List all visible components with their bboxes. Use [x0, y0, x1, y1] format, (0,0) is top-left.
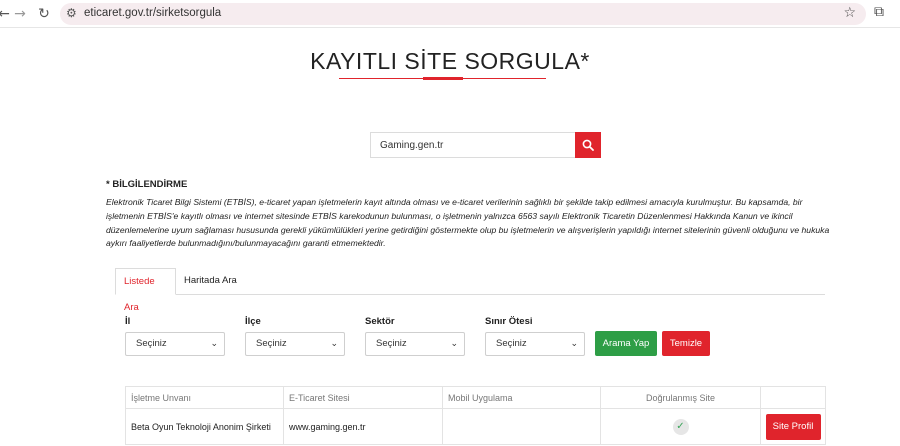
search-tabs: Listede Ara Haritada Ara: [115, 268, 825, 313]
site-settings-icon[interactable]: ⚙: [66, 6, 77, 20]
site-profil-button[interactable]: Site Profil: [765, 413, 821, 440]
url-text[interactable]: eticaret.gov.tr/sirketsorgula: [84, 7, 221, 19]
reload-icon[interactable]: ↻: [34, 4, 54, 24]
column-header-isletme-unvani: İşletme Unvanı: [125, 386, 284, 409]
tab-haritada-ara[interactable]: Haritada Ara: [176, 268, 245, 295]
arama-yap-button[interactable]: Arama Yap: [595, 331, 657, 356]
search-icon: [582, 139, 594, 151]
tab-listede-ara[interactable]: Listede Ara: [115, 268, 176, 313]
star-icon[interactable]: ☆: [843, 5, 856, 21]
sektor-select-value: Seçiniz: [376, 338, 407, 349]
il-label: İl: [125, 316, 131, 327]
column-header-mobil-uygulama: Mobil Uygulama: [442, 386, 601, 409]
sinir-otesi-label: Sınır Ötesi: [485, 316, 533, 327]
cell-actions: Site Profil: [760, 408, 826, 445]
page-title: KAYITLI SİTE SORGULA*: [310, 48, 590, 74]
il-select-value: Seçiniz: [136, 338, 167, 349]
il-select[interactable]: Seçiniz ⌄: [125, 332, 225, 356]
search-input[interactable]: [370, 132, 576, 158]
check-icon: ✓: [672, 418, 689, 435]
forward-arrow-icon[interactable]: →: [10, 4, 30, 24]
chevron-down-icon: ⌄: [450, 339, 458, 349]
chevron-down-icon: ⌄: [570, 339, 578, 349]
ilce-select[interactable]: Seçiniz ⌄: [245, 332, 345, 356]
title-underline-accent: [423, 77, 463, 80]
info-heading: * BİLGİLENDİRME: [106, 179, 188, 190]
cell-site: www.gaming.gen.tr: [283, 408, 443, 445]
chevron-down-icon: ⌄: [330, 339, 338, 349]
extensions-icon[interactable]: ⧉: [874, 4, 884, 20]
ilce-label: İlçe: [245, 316, 261, 327]
ilce-select-value: Seçiniz: [256, 338, 287, 349]
browser-toolbar: ← → ↻ ⚙ eticaret.gov.tr/sirketsorgula ☆ …: [0, 0, 900, 28]
table-header-row: İşletme Unvanı E-Ticaret Sitesi Mobil Uy…: [125, 386, 826, 409]
info-text: Elektronik Ticaret Bilgi Sistemi (ETBİS)…: [106, 197, 830, 249]
cell-mobile: [442, 408, 601, 445]
search-button[interactable]: [575, 132, 601, 158]
results-table: İşletme Unvanı E-Ticaret Sitesi Mobil Uy…: [125, 386, 826, 445]
cell-company-name: Beta Oyun Teknoloji Anonim Şirketi: [125, 408, 284, 445]
sektor-select[interactable]: Seçiniz ⌄: [365, 332, 465, 356]
column-header-eticaret-sitesi: E-Ticaret Sitesi: [283, 386, 443, 409]
temizle-button[interactable]: Temizle: [662, 331, 710, 356]
sinir-otesi-select[interactable]: Seçiniz ⌄: [485, 332, 585, 356]
column-header-actions: [760, 386, 826, 409]
sektor-label: Sektör: [365, 316, 395, 327]
cell-verified: ✓: [600, 408, 761, 445]
address-bar[interactable]: ⚙ eticaret.gov.tr/sirketsorgula ☆: [60, 3, 866, 25]
column-header-dogrulanmis-site: Doğrulanmış Site: [600, 386, 761, 409]
chevron-down-icon: ⌄: [210, 339, 218, 349]
table-row: Beta Oyun Teknoloji Anonim Şirketi www.g…: [125, 408, 826, 445]
sinir-otesi-select-value: Seçiniz: [496, 338, 527, 349]
